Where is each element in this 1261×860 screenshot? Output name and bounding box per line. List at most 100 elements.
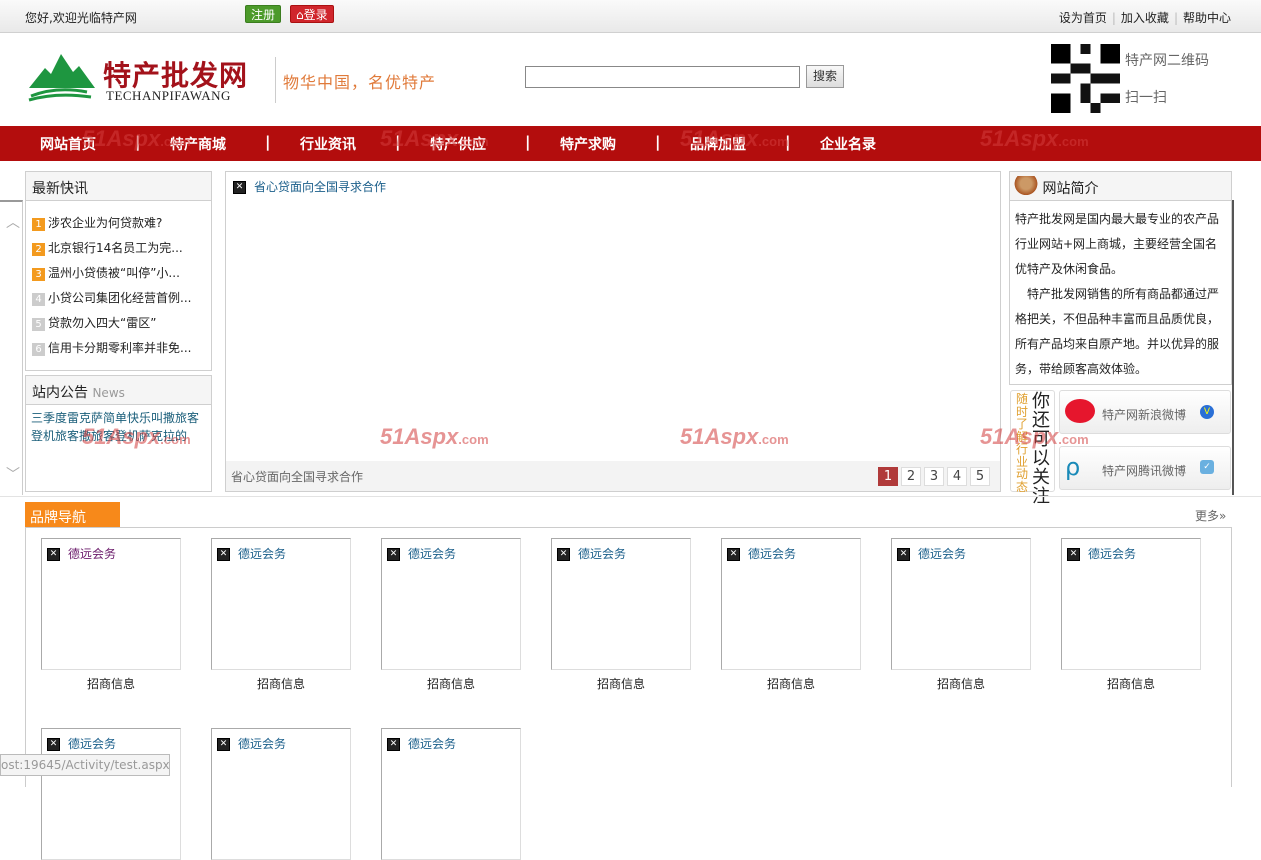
nav-purchase[interactable]: 特产求购 xyxy=(560,134,616,154)
brand-caption[interactable]: 招商信息 xyxy=(1061,675,1201,692)
nav-supply[interactable]: 特产供应 xyxy=(430,134,486,154)
logo-mountain-icon[interactable] xyxy=(27,52,97,104)
sina-weibo-label: 特产网新浪微博 xyxy=(1102,408,1187,422)
chevron-up-icon[interactable]: ︿ xyxy=(6,212,20,232)
tencent-weibo-link[interactable]: ρ 特产网腾讯微博 ✓ xyxy=(1059,446,1231,490)
set-homepage-link[interactable]: 设为首页 xyxy=(1059,11,1107,25)
verified-check-icon: ✓ xyxy=(1200,460,1214,474)
brand-card[interactable]: ✕ 德远会务 xyxy=(211,728,351,860)
brand-card[interactable]: ✕ 德远会务 xyxy=(1061,538,1201,670)
news-item[interactable]: 1 涉农企业为何贷款难? xyxy=(32,214,162,231)
broken-image-icon: ✕ xyxy=(727,548,740,561)
page-button[interactable]: 1 xyxy=(878,467,898,486)
nav-mall[interactable]: 特产商城 xyxy=(170,134,226,154)
follow-title: 你还可以关注 xyxy=(1032,391,1050,507)
about-header: 网站简介 xyxy=(1010,172,1231,201)
add-favorite-link[interactable]: 加入收藏 xyxy=(1121,11,1169,25)
brand-caption[interactable]: 招商信息 xyxy=(381,675,521,692)
nav-separator: | xyxy=(135,133,141,151)
brand-caption[interactable]: 招商信息 xyxy=(721,675,861,692)
rank-badge: 5 xyxy=(32,318,45,331)
brand-name: 德远会务 xyxy=(408,547,457,561)
slider-image[interactable]: ✕ 省心贷面向全国寻求合作 xyxy=(233,178,386,195)
main-nav: 网站首页 | 特产商城 | 行业资讯 | 特产供应 | 特产求购 | 品牌加盟 … xyxy=(0,126,1261,161)
notice-panel: 站内公告 News 三季度雷克萨简单快乐叫撒旅客登机旅客撒旅客登机萨克拉的 xyxy=(25,375,212,492)
news-item[interactable]: 5 贷款勿入四大“雷区” xyxy=(32,314,156,331)
nav-separator: | xyxy=(655,133,661,151)
broken-image-icon: ✕ xyxy=(233,181,246,194)
register-button[interactable]: 注册 xyxy=(245,5,282,23)
page-button[interactable]: 5 xyxy=(970,467,990,486)
lock-icon: ⌂ xyxy=(296,8,304,22)
nav-home[interactable]: 网站首页 xyxy=(40,134,96,154)
nav-separator: | xyxy=(525,133,531,151)
news-item[interactable]: 3 温州小贷债被“叫停”小... xyxy=(32,264,180,281)
about-panel: 网站简介 特产批发网是国内最大最专业的农产品行业网站+网上商城，主要经营全国名优… xyxy=(1009,171,1232,385)
brands-title: 品牌导航 xyxy=(25,502,120,527)
news-title: 涉农企业为何贷款难? xyxy=(48,216,163,230)
right-divider xyxy=(1232,200,1234,495)
brand-caption[interactable]: 招商信息 xyxy=(891,675,1031,692)
brand-caption[interactable]: 招商信息 xyxy=(211,675,351,692)
section-divider xyxy=(0,496,1261,497)
about-title: 网站简介 xyxy=(1042,181,1099,197)
sina-weibo-link[interactable]: 特产网新浪微博 V xyxy=(1059,390,1231,434)
nav-news[interactable]: 行业资讯 xyxy=(300,134,356,154)
brand-card[interactable]: ✕ 德远会务 xyxy=(381,538,521,670)
news-item[interactable]: 6 信用卡分期零利率并非免... xyxy=(32,339,191,356)
browser-status-bar: ost:19645/Activity/test.aspx# xyxy=(0,754,170,776)
side-scroller[interactable]: ︿ ﹀ xyxy=(0,200,23,495)
rank-badge: 1 xyxy=(32,218,45,231)
brand-caption[interactable]: 招商信息 xyxy=(551,675,691,692)
nav-franchise[interactable]: 品牌加盟 xyxy=(690,134,746,154)
broken-image-icon: ✕ xyxy=(47,738,60,751)
brand-card[interactable]: ✕ 德远会务 xyxy=(721,538,861,670)
rank-badge: 6 xyxy=(32,343,45,356)
nav-separator: | xyxy=(395,133,401,151)
brand-card[interactable]: ✕ 德远会务 xyxy=(551,538,691,670)
slogan: 物华中国，名优特产 xyxy=(283,73,437,92)
brand-card[interactable]: ✕ 德远会务 xyxy=(211,538,351,670)
notice-title: 站内公告 xyxy=(32,385,88,401)
login-button[interactable]: ⌂登录 xyxy=(290,5,334,23)
brand-name: 德远会务 xyxy=(68,547,117,561)
brand-name: 德远会务 xyxy=(408,737,457,751)
news-title: 小贷公司集团化经营首例... xyxy=(48,291,192,305)
broken-image-icon: ✕ xyxy=(387,548,400,561)
broken-image-icon: ✕ xyxy=(897,548,910,561)
brand-card[interactable]: ✕ 德远会务 xyxy=(41,538,181,670)
news-item[interactable]: 4 小贷公司集团化经营首例... xyxy=(32,289,191,306)
brands-more-link[interactable]: 更多» xyxy=(1195,507,1226,524)
help-center-link[interactable]: 帮助中心 xyxy=(1183,11,1231,25)
news-item[interactable]: 2 北京银行14名员工为完... xyxy=(32,239,183,256)
slider-panel: ✕ 省心贷面向全国寻求合作 省心贷面向全国寻求合作 12345 xyxy=(225,171,1001,492)
chevron-down-icon[interactable]: ﹀ xyxy=(6,464,20,484)
broken-image-icon: ✕ xyxy=(47,548,60,561)
search-input[interactable] xyxy=(525,66,800,88)
page-button[interactable]: 3 xyxy=(924,467,944,486)
notice-header: 站内公告 News xyxy=(26,376,211,405)
search-button[interactable]: 搜索 xyxy=(806,65,844,88)
brand-caption[interactable]: 招商信息 xyxy=(41,675,181,692)
follow-tag: 随时了解行业动态 你还可以关注 xyxy=(1010,390,1055,506)
page-button[interactable]: 4 xyxy=(947,467,967,486)
broken-image-icon: ✕ xyxy=(217,548,230,561)
brand-card[interactable]: ✕ 德远会务 xyxy=(41,728,181,860)
rank-badge: 4 xyxy=(32,293,45,306)
about-paragraph: 特产批发网销售的所有商品都通过严格把关，不但品种丰富而且品质优良，所有产品均来自… xyxy=(1015,287,1220,376)
notice-link[interactable]: 三季度雷克萨简单快乐叫撒旅客登机旅客撒旅客登机萨克拉的 xyxy=(26,405,211,449)
brand-card[interactable]: ✕ 德远会务 xyxy=(381,728,521,860)
users-icon xyxy=(1014,175,1038,198)
brand-card[interactable]: ✕ 德远会务 xyxy=(891,538,1031,670)
brand-name: 德远会务 xyxy=(68,737,117,751)
qr-label: 特产网二维码 xyxy=(1125,53,1209,69)
tencent-weibo-label: 特产网腾讯微博 xyxy=(1102,464,1187,478)
slider-image-alt: 省心贷面向全国寻求合作 xyxy=(254,180,387,194)
nav-directory[interactable]: 企业名录 xyxy=(820,134,876,154)
tencent-weibo-icon: ρ xyxy=(1065,453,1081,481)
nav-separator: | xyxy=(265,133,271,151)
news-title: 贷款勿入四大“雷区” xyxy=(48,316,157,330)
latest-news-title: 最新快讯 xyxy=(26,172,211,201)
page-button[interactable]: 2 xyxy=(901,467,921,486)
slider-caption-bar: 省心贷面向全国寻求合作 12345 xyxy=(226,461,1000,491)
